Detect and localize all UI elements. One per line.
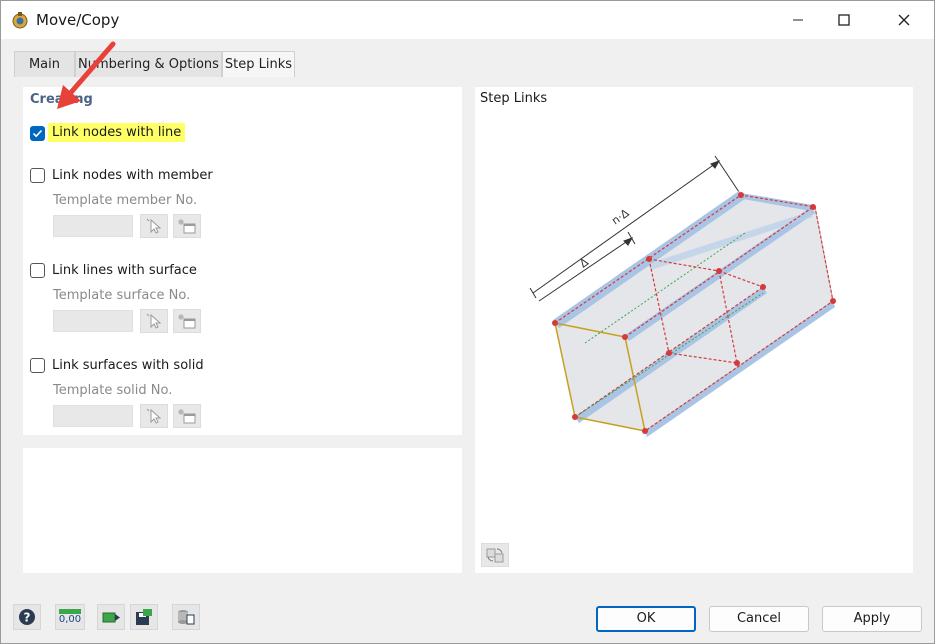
pick-cursor-icon (146, 408, 162, 424)
pick-cursor-icon (146, 218, 162, 234)
new-solid-button[interactable] (173, 404, 201, 428)
units-icon: 0,00 (59, 609, 81, 625)
save-icon (136, 609, 152, 625)
units-label: 0,00 (58, 614, 82, 625)
database-icon (178, 610, 195, 625)
load-defaults-button[interactable] (97, 604, 125, 630)
close-button[interactable] (881, 1, 927, 39)
link-lines-surface-label[interactable]: Link lines with surface (52, 263, 197, 278)
cancel-button[interactable]: Cancel (709, 606, 809, 632)
checkmark-icon (32, 129, 43, 138)
template-solid-input[interactable] (53, 405, 133, 427)
ok-button[interactable]: OK (596, 606, 696, 632)
apply-button[interactable]: Apply (822, 606, 922, 632)
maximize-icon (838, 14, 850, 26)
link-nodes-member-checkbox[interactable] (30, 168, 45, 183)
dim-outer-label: n·Δ (609, 206, 632, 227)
load-icon (102, 612, 120, 623)
window-title: Move/Copy (36, 11, 120, 29)
new-item-icon (178, 219, 196, 234)
dim-inner-label: Δ (577, 255, 591, 270)
rotate-view-button[interactable] (481, 543, 509, 567)
app-logo-icon (12, 12, 28, 29)
link-surfaces-solid-label[interactable]: Link surfaces with solid (52, 358, 204, 373)
save-defaults-button[interactable] (130, 604, 158, 630)
template-member-input[interactable] (53, 215, 133, 237)
pick-solid-button[interactable] (140, 404, 168, 428)
step-links-diagram: n·Δ Δ (529, 155, 836, 437)
link-surfaces-solid-checkbox[interactable] (30, 358, 45, 373)
units-decimals-button[interactable]: 0,00 (55, 604, 85, 630)
help-icon: ? (19, 609, 35, 625)
template-surface-label: Template surface No. (53, 288, 191, 303)
new-surface-button[interactable] (173, 309, 201, 333)
annotation-arrow-icon (57, 41, 116, 109)
tab-step-links[interactable]: Step Links (222, 51, 295, 77)
new-item-icon (178, 314, 196, 329)
minimize-button[interactable] (775, 1, 821, 39)
info-panel (23, 448, 462, 573)
preview-panel: Step Links n·Δ Δ (475, 87, 913, 573)
link-nodes-member-label[interactable]: Link nodes with member (52, 168, 213, 183)
template-member-label: Template member No. (53, 193, 198, 208)
link-nodes-line-label[interactable]: Link nodes with line (48, 123, 186, 142)
maximize-button[interactable] (821, 1, 867, 39)
template-surface-input[interactable] (53, 310, 133, 332)
template-solid-label: Template solid No. (53, 383, 173, 398)
help-button[interactable]: ? (13, 604, 41, 630)
dialog-window: Move/Copy Main Numbering & Options Step … (0, 0, 935, 644)
title-bar: Move/Copy (1, 1, 934, 39)
new-member-button[interactable] (173, 214, 201, 238)
database-button[interactable] (172, 604, 200, 630)
new-item-icon (178, 409, 196, 424)
link-nodes-line-checkbox[interactable] (30, 126, 45, 141)
pick-member-button[interactable] (140, 214, 168, 238)
pick-surface-button[interactable] (140, 309, 168, 333)
creating-panel: Creating Link nodes with line Link nodes… (23, 87, 462, 435)
pick-cursor-icon (146, 313, 162, 329)
rotate-view-icon (486, 548, 504, 563)
link-lines-surface-checkbox[interactable] (30, 263, 45, 278)
minimize-icon (793, 19, 803, 21)
close-icon (898, 14, 910, 26)
svg-text:?: ? (24, 611, 31, 625)
